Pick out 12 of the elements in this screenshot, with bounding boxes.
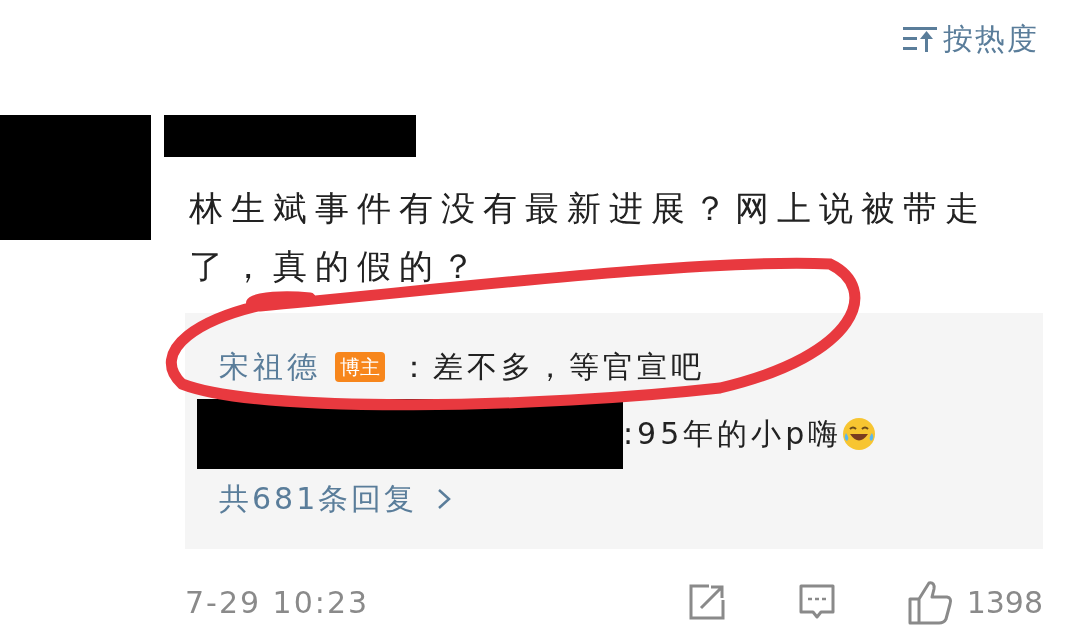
reply-author[interactable]: 宋祖德 — [219, 335, 321, 399]
author-badge: 博主 — [335, 352, 385, 382]
sort-button[interactable]: 按热度 — [903, 18, 1039, 60]
comment-time: 7-29 10:23 — [185, 584, 370, 620]
like-button[interactable]: 1398 — [906, 579, 1043, 625]
chevron-right-icon — [437, 488, 452, 510]
reply-text: :95年的小p嗨 — [623, 415, 843, 453]
comment-text: 林生斌事件有没有最新进展？网上说被带走了，真的假的？ — [188, 187, 988, 288]
thumbs-up-icon — [906, 579, 953, 625]
sort-icon — [903, 26, 937, 52]
reply-count-link[interactable]: 共681条回复 — [219, 469, 418, 529]
reply-text: ：差不多，等官宣吧 — [399, 348, 705, 386]
